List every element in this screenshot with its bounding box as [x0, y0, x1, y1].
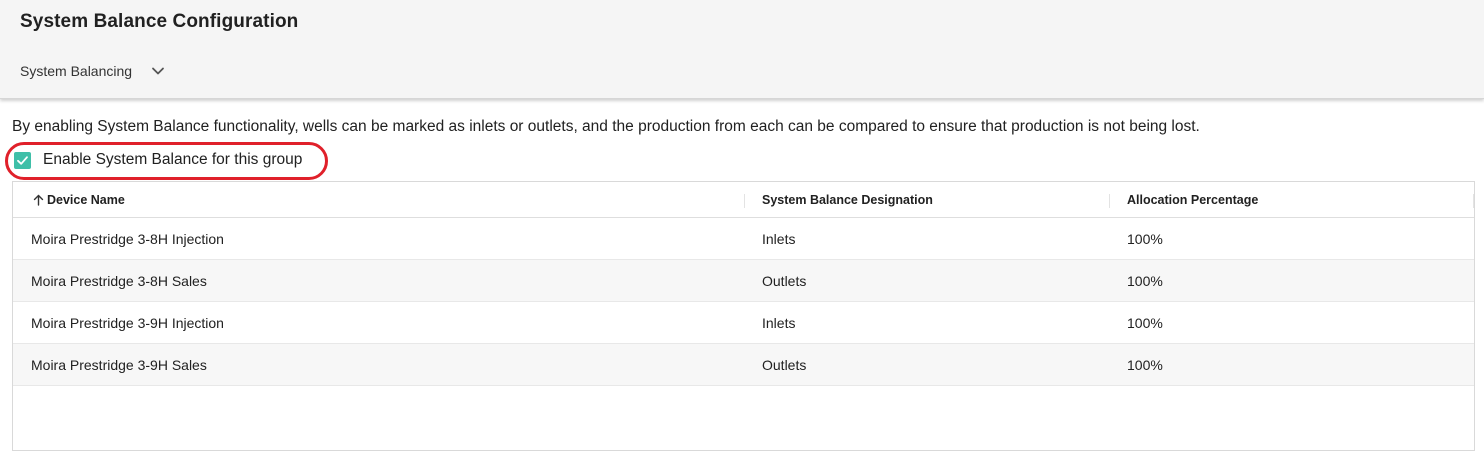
cell-designation: Inlets — [762, 230, 796, 247]
system-balancing-dropdown-label: System Balancing — [20, 63, 133, 79]
table-row[interactable]: Moira Prestridge 3-8H Injection Inlets 1… — [13, 218, 1474, 260]
table-header: Device Name System Balance Designation A… — [13, 182, 1474, 218]
column-separator[interactable] — [1109, 194, 1110, 208]
cell-device-name: Moira Prestridge 3-8H Sales — [31, 272, 207, 289]
column-separator[interactable] — [1473, 194, 1474, 208]
system-balancing-dropdown[interactable]: System Balancing — [20, 61, 165, 81]
chevron-down-icon — [151, 64, 165, 78]
table-row[interactable]: Moira Prestridge 3-9H Sales Outlets 100% — [13, 344, 1474, 386]
column-header-allocation[interactable]: Allocation Percentage — [1127, 182, 1258, 218]
enable-system-balance-checkbox[interactable] — [14, 151, 31, 169]
table-row[interactable]: Moira Prestridge 3-9H Injection Inlets 1… — [13, 302, 1474, 344]
column-header-allocation-label: Allocation Percentage — [1127, 193, 1259, 207]
description-text: By enabling System Balance functionality… — [12, 118, 1200, 135]
table-row[interactable]: Moira Prestridge 3-8H Sales Outlets 100% — [13, 260, 1474, 302]
cell-designation: Outlets — [762, 356, 807, 373]
arrow-up-icon — [33, 194, 44, 206]
cell-designation: Inlets — [762, 314, 796, 331]
device-table: Device Name System Balance Designation A… — [12, 181, 1475, 451]
cell-device-name: Moira Prestridge 3-9H Sales — [31, 356, 207, 373]
cell-allocation: 100% — [1127, 272, 1163, 289]
cell-allocation: 100% — [1127, 356, 1163, 373]
cell-device-name: Moira Prestridge 3-9H Injection — [31, 314, 224, 331]
cell-allocation: 100% — [1127, 230, 1163, 247]
page-title: System Balance Configuration — [20, 11, 299, 32]
column-separator[interactable] — [744, 194, 745, 208]
cell-designation: Outlets — [762, 272, 807, 289]
cell-device-name: Moira Prestridge 3-8H Injection — [31, 230, 224, 247]
column-header-designation[interactable]: System Balance Designation — [762, 182, 933, 218]
page-header: System Balance Configuration System Bala… — [0, 0, 1484, 99]
column-header-designation-label: System Balance Designation — [762, 193, 933, 207]
cell-allocation: 100% — [1127, 314, 1163, 331]
enable-system-balance-label: Enable System Balance for this group — [43, 151, 303, 168]
column-header-device-name[interactable]: Device Name — [33, 182, 125, 218]
column-header-device-name-label: Device Name — [47, 193, 125, 207]
checkmark-icon — [17, 155, 28, 165]
enable-system-balance-toggle[interactable]: Enable System Balance for this group — [14, 150, 302, 170]
